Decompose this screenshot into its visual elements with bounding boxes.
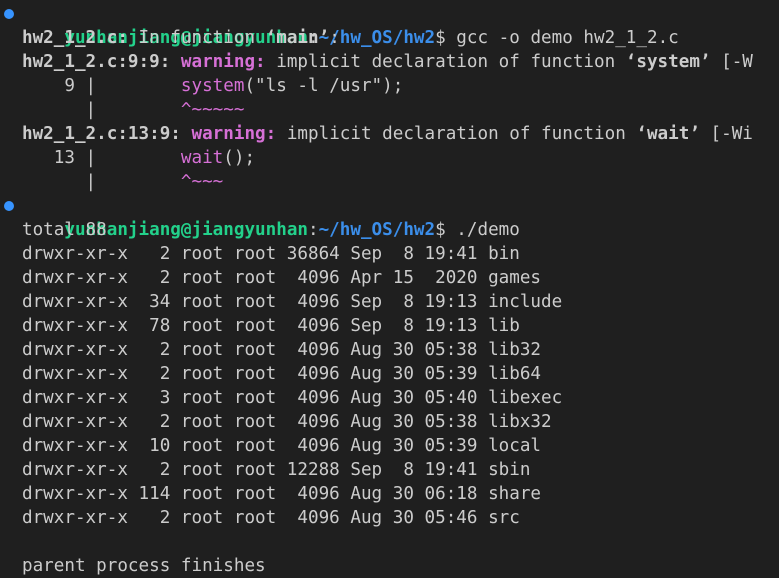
- terminal-output[interactable]: yunhanjiang@jiangyunhan:~/hw_OS/hw2$ gcc…: [0, 2, 779, 576]
- source-gutter: 13 |: [22, 148, 181, 168]
- listing-row: drwxr-xr-x 2 root root 4096 Aug 30 05:46…: [22, 508, 520, 528]
- listing-row: drwxr-xr-x 2 root root 36864 Sep 8 19:41…: [22, 244, 520, 264]
- warning-flag: [-Wi: [699, 124, 753, 144]
- warning-location: hw2_1_2.c:9:9:: [22, 52, 171, 72]
- output-total: total 88: [22, 220, 107, 240]
- source-line: 13 | wait();: [0, 146, 779, 170]
- listing-row: drwxr-xr-x 2 root root 4096 Aug 30 05:38…: [22, 412, 552, 432]
- caret-gutter: |: [22, 100, 181, 120]
- warning-function-name: ‘wait’: [636, 124, 700, 144]
- warning-flag: [-W: [710, 52, 753, 72]
- listing-row: drwxr-xr-x 3 root root 4096 Aug 30 05:40…: [22, 388, 563, 408]
- warning-label: warning:: [180, 52, 266, 72]
- warning-text: implicit declaration of function: [276, 124, 637, 144]
- caret-gutter: |: [22, 172, 181, 192]
- warning-function-name: ‘system’: [625, 52, 711, 72]
- listing-row: drwxr-xr-x 78 root root 4096 Sep 8 19:13…: [22, 316, 520, 336]
- source-gutter: 9 |: [22, 76, 181, 96]
- command-decoration-icon[interactable]: [4, 201, 14, 211]
- source-line: 9 | system("ls -l /usr");: [0, 74, 779, 98]
- command-decoration-icon[interactable]: [4, 9, 14, 19]
- warning-text: implicit declaration of function: [265, 52, 626, 72]
- listing-row: drwxr-xr-x 2 root root 4096 Aug 30 05:39…: [22, 364, 542, 384]
- compiler-note-text: In function: [127, 28, 266, 48]
- source-highlight: system: [180, 76, 245, 96]
- output-final: parent process finishes: [22, 556, 266, 576]
- caret-marker: ^~~~~~: [180, 100, 245, 120]
- prompt-line: yunhanjiang@jiangyunhan:~/hw_OS/hw2$ ./d…: [0, 194, 779, 240]
- listing-row: drwxr-xr-x 34 root root 4096 Sep 8 19:13…: [22, 292, 563, 312]
- caret-marker: ^~~~: [180, 172, 224, 192]
- caret-line: | ^~~~~~: [0, 98, 779, 122]
- compiler-note-end: :: [329, 28, 340, 48]
- caret-line: | ^~~~: [0, 170, 779, 194]
- source-rest: ();: [223, 148, 256, 168]
- source-rest: ("ls -l /usr");: [244, 76, 404, 96]
- warning-label: warning:: [191, 124, 277, 144]
- listing-row: drwxr-xr-x 10 root root 4096 Aug 30 05:3…: [22, 436, 542, 456]
- compiler-file: hw2_1_2.c:: [22, 28, 128, 48]
- compiler-function-name: ‘main’: [265, 28, 330, 48]
- prompt-line: yunhanjiang@jiangyunhan:~/hw_OS/hw2$ gcc…: [0, 2, 779, 48]
- source-highlight: wait: [180, 148, 224, 168]
- warning-location: hw2_1_2.c:13:9:: [22, 124, 181, 144]
- compiler-note-line: hw2_1_2.c: In function ‘main’:: [0, 26, 779, 50]
- warning-line: hw2_1_2.c:13:9: warning: implicit declar…: [0, 122, 779, 146]
- listing-row: drwxr-xr-x 2 root root 12288 Sep 8 19:41…: [22, 460, 531, 480]
- listing-row: drwxr-xr-x 2 root root 4096 Aug 30 05:38…: [22, 340, 542, 360]
- listing-row: drwxr-xr-x 114 root root 4096 Aug 30 06:…: [22, 484, 542, 504]
- listing-row: drwxr-xr-x 2 root root 4096 Apr 15 2020 …: [22, 268, 542, 288]
- warning-line: hw2_1_2.c:9:9: warning: implicit declara…: [0, 50, 779, 74]
